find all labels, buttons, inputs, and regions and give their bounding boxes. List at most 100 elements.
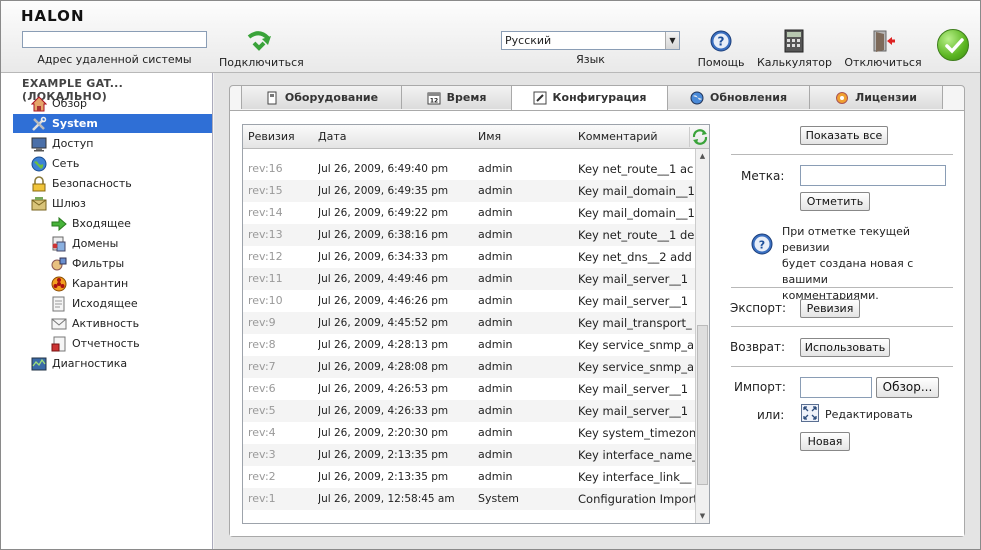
cell-comment: Key net_route__1 ac [578,162,694,176]
sidebar: EXAMPLE GAT... (ЛОКАЛЬНО) Обзор System Д… [1,73,213,549]
sidebar-item-reporting[interactable]: Отчетность [51,334,140,353]
tab-licenses[interactable]: Лицензии [809,85,943,109]
new-button[interactable]: Новая [800,432,850,451]
cell-rev: rev:4 [248,426,276,439]
remote-address-input[interactable] [22,31,207,48]
activity-icon [51,318,67,330]
cell-comment: Key system_timezon [578,426,695,440]
disconnect-label: Отключиться [844,56,922,69]
info-line: При отметке текущей ревизии [782,225,911,254]
sidebar-item-overview[interactable]: Обзор [31,94,87,113]
scroll-up-arrow-icon[interactable]: ▲ [696,149,709,163]
chevron-down-icon[interactable]: ▼ [665,32,679,49]
cell-date: Jul 26, 2009, 12:58:45 am [318,493,455,505]
export-revision-button[interactable]: Ревизия [800,299,860,318]
table-row[interactable]: rev:6 Jul 26, 2009, 4:26:53 pm admin Key ma… [243,378,695,400]
tab-updates[interactable]: Обновления [667,85,810,109]
cell-comment: Key mail_server__1 [578,404,689,418]
restore-label: Возврат: [730,340,786,354]
sidebar-item-gateway[interactable]: Шлюз [31,194,86,213]
language-select[interactable]: Русский ▼ [501,31,680,50]
table-row[interactable]: rev:7 Jul 26, 2009, 4:28:08 pm admin Key se… [243,356,695,378]
sidebar-item-network[interactable]: Сеть [31,154,79,173]
sidebar-item-access[interactable]: Доступ [31,134,93,153]
restore-use-button[interactable]: Использовать [800,338,890,357]
table-row[interactable]: rev:13 Jul 26, 2009, 6:38:16 pm admin Key n… [243,224,695,246]
divider [731,326,953,327]
cell-date: Jul 26, 2009, 6:34:33 pm [318,251,449,263]
label-input[interactable] [800,165,946,186]
sidebar-item-incoming[interactable]: Входящее [51,214,131,233]
domains-icon [52,236,66,252]
divider [731,366,953,367]
table-row[interactable]: rev:11 Jul 26, 2009, 4:49:46 pm admin Key m… [243,268,695,290]
table-row[interactable]: rev:3 Jul 26, 2009, 2:13:35 pm admin Key in… [243,444,695,466]
col-revision[interactable]: Ревизия [248,130,295,143]
tab-configuration[interactable]: Конфигурация [511,85,668,111]
help-button[interactable]: ? Помощь [696,29,746,69]
cell-rev: rev:7 [248,360,276,373]
connect-icon [247,31,271,51]
cell-date: Jul 26, 2009, 4:26:33 pm [318,405,449,417]
info-line: будет создана новая с вашими [782,257,914,286]
refresh-button[interactable] [689,127,709,147]
disconnect-button[interactable]: Отключиться [844,29,922,69]
svg-text:12: 12 [429,98,437,105]
table-row[interactable]: rev:9 Jul 26, 2009, 4:45:52 pm admin Key ma… [243,312,695,334]
tab-label: Обновления [709,91,788,104]
table-row[interactable]: rev:16 Jul 26, 2009, 6:49:40 pm admin Key n… [243,158,695,180]
sidebar-item-label: Безопасность [52,177,132,190]
table-row[interactable]: rev:10 Jul 26, 2009, 4:46:26 pm admin Key m… [243,290,695,312]
cell-comment: Key mail_server__1 [578,382,689,396]
sidebar-item-security[interactable]: Безопасность [31,174,132,193]
cell-name: admin [478,184,513,197]
table-row[interactable]: rev:8 Jul 26, 2009, 4:28:13 pm admin Key se… [243,334,695,356]
tab-label: Конфигурация [552,91,647,104]
table-scrollbar[interactable]: ▲ ▼ [695,149,709,523]
sidebar-item-diagnostics[interactable]: Диагностика [31,354,127,373]
or-label: или: [757,408,785,422]
sidebar-item-activity[interactable]: Активность [51,314,139,333]
table-row[interactable]: rev:15 Jul 26, 2009, 6:49:35 pm admin Key m… [243,180,695,202]
table-row[interactable]: rev:1 Jul 26, 2009, 12:58:45 am System Conf… [243,488,695,510]
cell-name: System [478,492,520,505]
show-all-button[interactable]: Показать все [800,126,888,145]
revisions-table: Ревизия Дата Имя Комментарий rev:16 Jul 2… [242,124,710,524]
edit-expand-icon[interactable] [801,404,819,422]
connect-button[interactable]: Подключиться [219,29,304,69]
import-file-input[interactable] [800,377,872,398]
sidebar-item-system[interactable]: System [13,114,212,133]
table-row[interactable]: rev:5 Jul 26, 2009, 4:26:33 pm admin Key ma… [243,400,695,422]
cell-comment: Key mail_domain__1 [578,206,695,220]
col-comment[interactable]: Комментарий [578,130,658,143]
tab-time[interactable]: 12 Время [401,85,512,109]
table-header: Ревизия Дата Имя Комментарий [243,125,709,149]
table-row[interactable]: rev:2 Jul 26, 2009, 2:13:35 pm admin Key in… [243,466,695,488]
cell-comment: Configuration Import [578,492,695,506]
cell-comment: Key mail_domain__1 [578,184,695,198]
cell-rev: rev:3 [248,448,276,461]
tab-hardware[interactable]: Оборудование [241,85,402,109]
col-date[interactable]: Дата [318,130,346,143]
sidebar-item-outgoing[interactable]: Исходящее [51,294,138,313]
edit-label[interactable]: Редактировать [825,408,913,421]
table-row[interactable]: rev:14 Jul 26, 2009, 6:49:22 pm admin Key m… [243,202,695,224]
language-label: Язык [576,53,605,66]
table-row[interactable]: rev:12 Jul 26, 2009, 6:34:33 pm admin Key n… [243,246,695,268]
svg-text:?: ? [759,239,765,252]
calculator-button[interactable]: Калькулятор [757,29,832,69]
mark-button[interactable]: Отметить [800,192,870,211]
scroll-down-arrow-icon[interactable]: ▼ [696,509,709,523]
cell-rev: rev:8 [248,338,276,351]
table-row[interactable]: rev:4 Jul 26, 2009, 2:20:30 pm admin Key sy… [243,422,695,444]
arrow-right-icon [51,216,67,232]
connect-label: Подключиться [219,56,304,69]
browse-button[interactable]: Обзор... [876,377,939,398]
sidebar-item-filters[interactable]: Фильтры [51,254,124,273]
biohazard-icon [51,276,67,292]
sidebar-item-domains[interactable]: Домены [51,234,118,253]
cell-date: Jul 26, 2009, 4:49:46 pm [318,273,449,285]
col-name[interactable]: Имя [478,130,501,143]
sidebar-item-quarantine[interactable]: Карантин [51,274,128,293]
scroll-thumb[interactable] [697,325,708,485]
